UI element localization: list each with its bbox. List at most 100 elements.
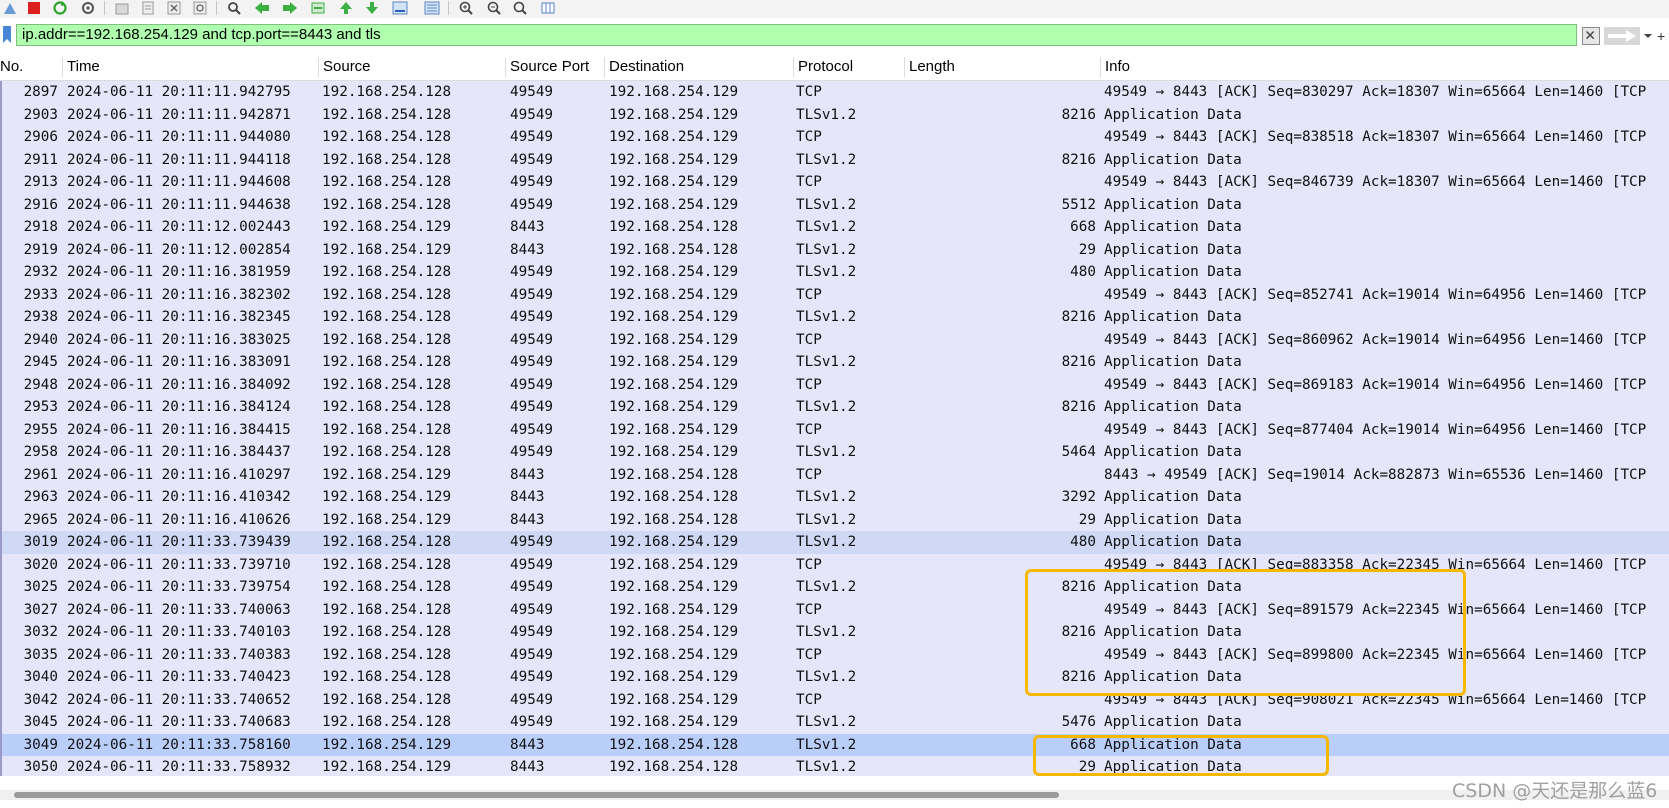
column-header-source[interactable]: Source xyxy=(319,54,505,80)
horizontal-scrollbar[interactable] xyxy=(0,790,1669,800)
column-header-time[interactable]: Time xyxy=(63,54,319,80)
table-row[interactable]: 2913 2024-06-11 20:11:11.944608 192.168.25… xyxy=(0,171,1669,194)
table-row[interactable]: 3049 2024-06-11 20:11:33.758160 192.168.25… xyxy=(0,733,1669,756)
normal-size-icon[interactable] xyxy=(510,0,530,16)
packet-source-port: 8443 xyxy=(510,489,545,505)
scrollbar-thumb[interactable] xyxy=(14,792,1059,798)
packet-length: 8216 xyxy=(1061,399,1096,415)
packet-length: 8216 xyxy=(1061,151,1096,168)
packet-time: 2024-06-11 20:11:16.384124 xyxy=(67,399,291,415)
table-row[interactable]: 2955 2024-06-11 20:11:16.384415 192.168.25… xyxy=(0,418,1669,441)
table-row[interactable]: 2919 2024-06-11 20:11:12.002854 192.168.25… xyxy=(0,238,1669,261)
restart-capture-icon[interactable] xyxy=(50,0,70,16)
packet-source: 192.168.254.129 xyxy=(322,759,452,775)
packet-protocol: TLSv1.2 xyxy=(796,759,857,775)
column-header-destination[interactable]: Destination xyxy=(605,54,793,80)
table-row[interactable]: 2953 2024-06-11 20:11:16.384124 192.168.25… xyxy=(0,396,1669,419)
packet-source-port: 49549 xyxy=(510,579,554,595)
capture-options-icon[interactable] xyxy=(78,0,98,16)
packet-info: Application Data xyxy=(1104,714,1242,730)
go-back-icon[interactable] xyxy=(252,0,272,16)
resize-columns-icon[interactable] xyxy=(538,0,558,16)
packet-info: 49549 → 8443 [ACK] Seq=846739 Ack=18307 … xyxy=(1104,174,1647,190)
column-header-protocol[interactable]: Protocol xyxy=(794,54,904,80)
apply-filter-arrow-icon[interactable] xyxy=(1604,27,1640,45)
zoom-in-icon[interactable] xyxy=(456,0,476,16)
go-last-packet-icon[interactable] xyxy=(362,0,382,16)
packet-time: 2024-06-11 20:11:12.002443 xyxy=(67,219,291,235)
packet-destination: 192.168.254.129 xyxy=(609,286,739,303)
clear-filter-icon[interactable] xyxy=(1582,27,1600,45)
filter-history-chevron-down-icon[interactable] xyxy=(1642,28,1654,44)
packet-destination: 192.168.254.129 xyxy=(609,309,739,325)
packet-destination: 192.168.254.129 xyxy=(609,331,739,348)
packet-no: 2916 xyxy=(23,196,58,213)
table-row[interactable]: 2897 2024-06-11 20:11:11.942795 192.168.25… xyxy=(0,81,1669,104)
add-filter-button-icon[interactable]: + xyxy=(1657,27,1669,45)
table-row[interactable]: 2916 2024-06-11 20:11:11.944638 192.168.25… xyxy=(0,193,1669,216)
table-row[interactable]: 2945 2024-06-11 20:11:16.383091 192.168.25… xyxy=(0,351,1669,374)
table-row[interactable]: 2958 2024-06-11 20:11:16.384437 192.168.25… xyxy=(0,441,1669,464)
column-header-info[interactable]: Info xyxy=(1101,54,1669,80)
packet-source-port: 49549 xyxy=(510,196,554,213)
auto-scroll-icon[interactable] xyxy=(390,0,410,16)
packet-time: 2024-06-11 20:11:33.739439 xyxy=(67,534,291,550)
shark-fin-start-icon[interactable] xyxy=(0,0,20,16)
table-row[interactable]: 2961 2024-06-11 20:11:16.410297 192.168.25… xyxy=(0,463,1669,486)
table-row[interactable]: 3045 2024-06-11 20:11:33.740683 192.168.25… xyxy=(0,711,1669,734)
table-row[interactable]: 2903 2024-06-11 20:11:11.942871 192.168.25… xyxy=(0,103,1669,126)
open-file-icon[interactable] xyxy=(112,0,132,16)
packet-protocol: TLSv1.2 xyxy=(796,399,857,415)
display-filter-input[interactable]: ip.addr==192.168.254.129 and tcp.port==8… xyxy=(16,24,1577,46)
table-row[interactable]: 2965 2024-06-11 20:11:16.410626 192.168.25… xyxy=(0,508,1669,531)
table-row[interactable]: 2932 2024-06-11 20:11:16.381959 192.168.25… xyxy=(0,261,1669,284)
packet-destination: 192.168.254.128 xyxy=(609,466,739,483)
go-forward-icon[interactable] xyxy=(280,0,300,16)
column-header-source-port[interactable]: Source Port xyxy=(506,54,604,80)
go-first-packet-icon[interactable] xyxy=(336,0,356,16)
table-row[interactable]: 2933 2024-06-11 20:11:16.382302 192.168.25… xyxy=(0,283,1669,306)
table-row[interactable]: 3050 2024-06-11 20:11:33.758932 192.168.25… xyxy=(0,756,1669,776)
packet-time: 2024-06-11 20:11:11.942795 xyxy=(67,84,291,100)
table-row[interactable]: 3019 2024-06-11 20:11:33.739439 192.168.25… xyxy=(0,531,1669,554)
packet-source-port: 8443 xyxy=(510,219,545,235)
column-header-no[interactable]: No. xyxy=(0,54,62,80)
zoom-out-icon[interactable] xyxy=(484,0,504,16)
table-row[interactable]: 2940 2024-06-11 20:11:16.383025 192.168.25… xyxy=(0,328,1669,351)
table-row[interactable]: 2963 2024-06-11 20:11:16.410342 192.168.25… xyxy=(0,486,1669,509)
packet-protocol: TLSv1.2 xyxy=(796,196,857,213)
packet-no: 3049 xyxy=(23,736,58,753)
close-file-icon[interactable] xyxy=(164,0,184,16)
reload-icon[interactable] xyxy=(190,0,210,16)
packet-time: 2024-06-11 20:11:33.758932 xyxy=(67,759,291,775)
bookmark-icon[interactable] xyxy=(1,25,13,45)
packet-no: 2965 xyxy=(23,511,58,528)
packet-info: Application Data xyxy=(1104,489,1242,505)
packet-source: 192.168.254.128 xyxy=(322,129,452,145)
colorize-icon[interactable] xyxy=(422,0,442,16)
packet-destination: 192.168.254.129 xyxy=(609,376,739,393)
packet-time: 2024-06-11 20:11:33.740103 xyxy=(67,624,291,640)
stop-capture-icon[interactable] xyxy=(24,0,44,16)
table-row[interactable]: 2918 2024-06-11 20:11:12.002443 192.168.25… xyxy=(0,216,1669,239)
packet-source: 192.168.254.128 xyxy=(322,624,452,640)
table-row[interactable]: 2938 2024-06-11 20:11:16.382345 192.168.25… xyxy=(0,306,1669,329)
packet-time: 2024-06-11 20:11:12.002854 xyxy=(67,241,291,258)
table-row[interactable]: 2911 2024-06-11 20:11:11.944118 192.168.25… xyxy=(0,148,1669,171)
packet-length xyxy=(905,126,1096,149)
table-row[interactable]: 2948 2024-06-11 20:11:16.384092 192.168.25… xyxy=(0,373,1669,396)
save-file-icon[interactable] xyxy=(138,0,158,16)
packet-info: 8443 → 49549 [ACK] Seq=19014 Ack=882873 … xyxy=(1104,466,1647,483)
table-row[interactable]: 2906 2024-06-11 20:11:11.944080 192.168.25… xyxy=(0,126,1669,149)
packet-length: 3292 xyxy=(1061,489,1096,505)
packet-source-port: 49549 xyxy=(510,624,554,640)
column-header-length[interactable]: Length xyxy=(905,54,1100,80)
packet-destination: 192.168.254.129 xyxy=(609,129,739,145)
packet-info: 49549 → 8443 [ACK] Seq=877404 Ack=19014 … xyxy=(1104,421,1647,438)
packet-source: 192.168.254.128 xyxy=(322,669,452,685)
find-packet-icon[interactable] xyxy=(224,0,244,16)
packet-destination: 192.168.254.128 xyxy=(609,511,739,528)
packet-source: 192.168.254.128 xyxy=(322,174,452,190)
packet-info: Application Data xyxy=(1104,106,1242,123)
go-to-packet-icon[interactable] xyxy=(308,0,328,16)
